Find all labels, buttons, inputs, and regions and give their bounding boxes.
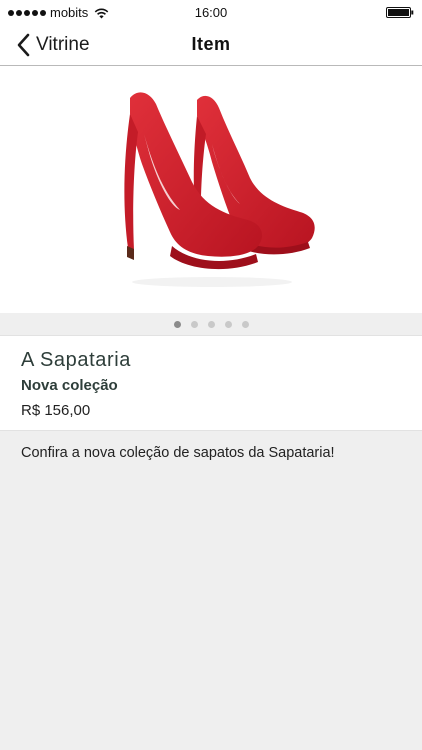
page-dot-3[interactable] [207,320,215,328]
battery-icon [386,7,414,18]
item-info-card: A Sapataria Nova coleção R$ 156,00 [0,335,422,431]
page-dot-1[interactable] [173,320,181,328]
page-title: Item [191,34,231,54]
page-dot-5[interactable] [241,320,249,328]
item-name: Nova coleção [21,377,118,394]
carousel-page-indicator[interactable] [0,313,422,335]
item-description: Confira a nova coleção de sapatos da Sap… [21,445,335,461]
product-image [124,92,315,287]
navigation-bar: Vitrine Item [0,26,422,66]
page-dot-2[interactable] [190,320,198,328]
store-name: A Sapataria [21,349,132,371]
status-time: 16:00 [194,5,228,20]
status-bar: mobits 16:00 [0,0,422,26]
page-dot-4[interactable] [224,320,232,328]
product-image-carousel[interactable] [0,66,422,313]
item-price: R$ 156,00 [21,402,91,419]
